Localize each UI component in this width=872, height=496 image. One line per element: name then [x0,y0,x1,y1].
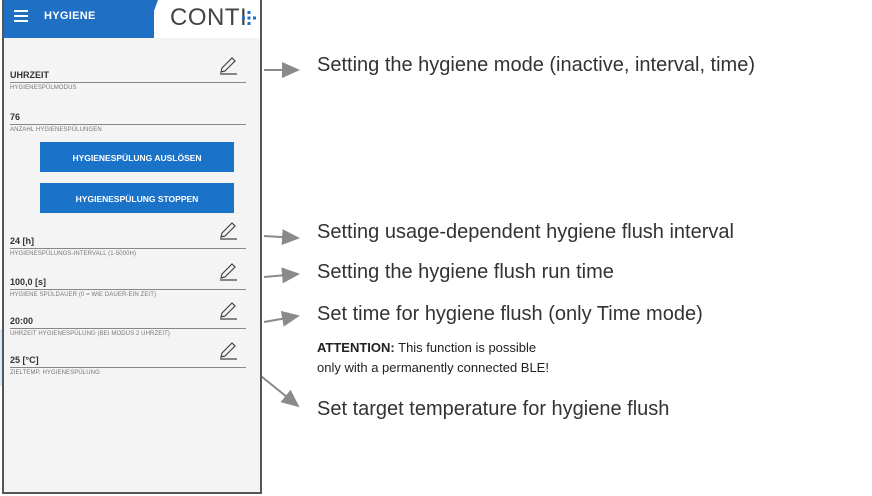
annotation-attention: ATTENTION: This function is possible [317,340,536,355]
edit-pencil-icon[interactable] [218,55,238,75]
field-value: 24 [h] [10,236,35,246]
field-flush-duration: 100,0 [s] HYGIENE SPÜLDAUER (0 = WIE DAU… [10,277,246,298]
phone-frame: HYGIENE CONTI UHRZEIT HYGIENESPÜLMODUS 7… [2,0,262,494]
annotation-temp: Set target temperature for hygiene flush [317,398,670,420]
attention-text: This function is possible [394,340,537,355]
page-title: HYGIENE [44,10,96,22]
field-label: HYGIENESPÜLMODUS [10,85,77,91]
field-label: HYGIENESPÜLUNGS-INTERVALL (1-5000H) [10,251,137,257]
annotation-runtime: Setting the hygiene flush run time [317,261,614,283]
field-label: UHRZEIT HYGIENESPÜLUNG (BEI MODUS 2 UHRZ… [10,331,170,337]
field-flush-time: 20:00 UHRZEIT HYGIENESPÜLUNG (BEI MODUS … [10,316,246,337]
field-label: ANZAHL HYGIENESPÜLUNGEN [10,127,102,133]
field-flush-count: 76 ANZAHL HYGIENESPÜLUNGEN [10,112,246,133]
field-value: 76 [10,112,21,122]
edit-pencil-icon[interactable] [218,261,238,281]
annotation-mode: Setting the hygiene mode (inactive, inte… [317,54,755,76]
field-hygiene-mode: UHRZEIT HYGIENESPÜLMODUS [10,70,246,91]
field-value: UHRZEIT [10,70,49,80]
logo-plus-icon [242,11,256,25]
edit-pencil-icon[interactable] [218,220,238,240]
attention-label: ATTENTION: [317,340,395,355]
conti-logo: CONTI [170,4,248,31]
callout-arrows [262,62,300,408]
edit-pencil-icon[interactable] [218,340,238,360]
app-header: HYGIENE CONTI [4,0,260,38]
trigger-flush-button[interactable]: HYGIENESPÜLUNG AUSLÖSEN [40,142,234,172]
annotation-attention-line2: only with a permanently connected BLE! [317,360,549,375]
annotation-time: Set time for hygiene flush (only Time mo… [317,303,703,325]
field-label: ZIELTEMP. HYGIENESPÜLUNG [10,370,100,376]
hamburger-icon[interactable] [14,10,28,22]
edit-pencil-icon[interactable] [218,300,238,320]
field-target-temp: 25 [°C] ZIELTEMP. HYGIENESPÜLUNG [10,355,246,376]
field-label: HYGIENE SPÜLDAUER (0 = WIE DAUER-EIN ZEI… [10,292,157,298]
field-value: 20:00 [10,316,34,326]
field-value: 100,0 [s] [10,277,47,287]
stop-flush-button[interactable]: HYGIENESPÜLUNG STOPPEN [40,183,234,213]
annotation-interval: Setting usage-dependent hygiene flush in… [317,221,734,243]
field-value: 25 [°C] [10,355,39,365]
field-flush-interval: 24 [h] HYGIENESPÜLUNGS-INTERVALL (1-5000… [10,236,246,257]
